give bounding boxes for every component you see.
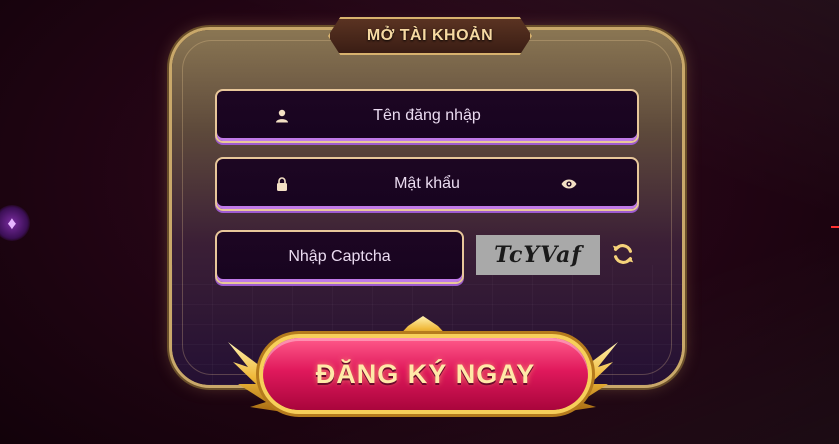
password-field[interactable]: Mật khẩu	[215, 157, 639, 211]
register-button-label: ĐĂNG KÝ NGAY	[315, 358, 536, 389]
lock-icon	[277, 177, 287, 191]
password-placeholder: Mật khẩu	[394, 175, 460, 192]
register-button[interactable]: ĐĂNG KÝ NGAY	[263, 338, 588, 410]
username-field[interactable]: Tên đăng nhập	[215, 89, 639, 143]
captcha-code: TcYVaf	[494, 242, 582, 268]
page-title: MỞ TÀI KHOẢN	[366, 27, 494, 44]
refresh-icon	[612, 244, 634, 264]
username-placeholder: Tên đăng nhập	[373, 107, 481, 124]
captcha-placeholder: Nhập Captcha	[288, 248, 391, 265]
user-icon	[276, 109, 288, 123]
edge-marker	[831, 226, 839, 228]
captcha-image: TcYVaf	[476, 235, 600, 275]
title-plate: MỞ TÀI KHOẢN	[328, 17, 532, 55]
eye-icon[interactable]	[561, 178, 577, 190]
captcha-field[interactable]: Nhập Captcha	[215, 230, 464, 284]
refresh-captcha-button[interactable]	[609, 240, 637, 268]
